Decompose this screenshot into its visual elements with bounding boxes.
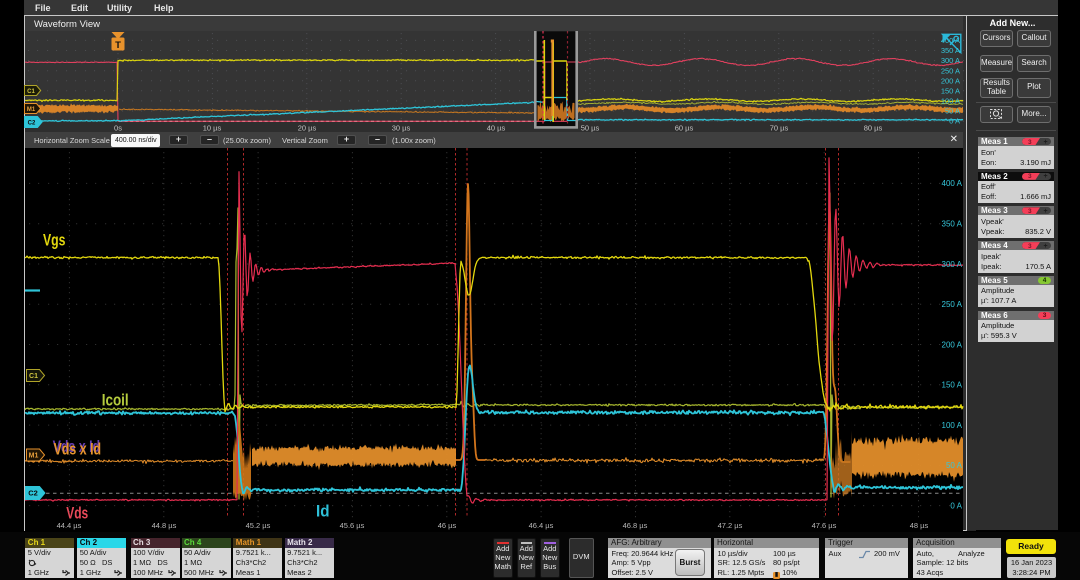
- svg-text:C1: C1: [29, 373, 38, 380]
- svg-text:150 A: 150 A: [941, 86, 960, 95]
- svg-text:C2: C2: [28, 488, 38, 497]
- svg-text:48 µs: 48 µs: [910, 521, 929, 530]
- svg-text:47.6 µs: 47.6 µs: [812, 521, 837, 530]
- svg-text:T: T: [115, 40, 121, 51]
- svg-text:200 A: 200 A: [941, 76, 960, 85]
- svg-text:200 A: 200 A: [942, 340, 963, 349]
- svg-text:350 A: 350 A: [942, 220, 963, 229]
- svg-text:350 A: 350 A: [941, 46, 960, 55]
- svg-text:100 A: 100 A: [942, 421, 963, 430]
- svg-text:45.6 µs: 45.6 µs: [340, 521, 365, 530]
- svg-text:Vds x Id: Vds x Id: [54, 440, 102, 458]
- svg-text:0 A: 0 A: [950, 501, 962, 510]
- svg-text:300 A: 300 A: [941, 56, 960, 65]
- svg-text:C1: C1: [27, 89, 35, 95]
- svg-text:100 A: 100 A: [941, 97, 960, 106]
- svg-text:Vds: Vds: [66, 505, 88, 523]
- svg-text:0 A: 0 A: [949, 117, 960, 126]
- svg-text:Icoil: Icoil: [102, 392, 129, 410]
- svg-text:Vgs: Vgs: [43, 232, 66, 250]
- svg-text:150 A: 150 A: [942, 381, 963, 390]
- svg-text:44.4 µs: 44.4 µs: [57, 521, 82, 530]
- svg-text:Id: Id: [316, 503, 330, 521]
- svg-text:44.8 µs: 44.8 µs: [152, 521, 177, 530]
- svg-text:C2: C2: [28, 120, 36, 126]
- svg-text:250 A: 250 A: [942, 300, 963, 309]
- svg-text:M1: M1: [29, 452, 39, 459]
- svg-text:46.4 µs: 46.4 µs: [529, 521, 554, 530]
- svg-text:50 A: 50 A: [946, 461, 963, 470]
- svg-text:45.2 µs: 45.2 µs: [246, 521, 271, 530]
- svg-text:46.8 µs: 46.8 µs: [623, 521, 648, 530]
- svg-text:250 A: 250 A: [941, 66, 960, 75]
- svg-text:46 µs: 46 µs: [438, 521, 457, 530]
- svg-text:400 A: 400 A: [942, 179, 963, 188]
- svg-text:300 A: 300 A: [942, 260, 963, 269]
- svg-text:M1: M1: [27, 107, 36, 113]
- svg-text:47.2 µs: 47.2 µs: [718, 521, 743, 530]
- svg-text:50 A: 50 A: [945, 107, 960, 116]
